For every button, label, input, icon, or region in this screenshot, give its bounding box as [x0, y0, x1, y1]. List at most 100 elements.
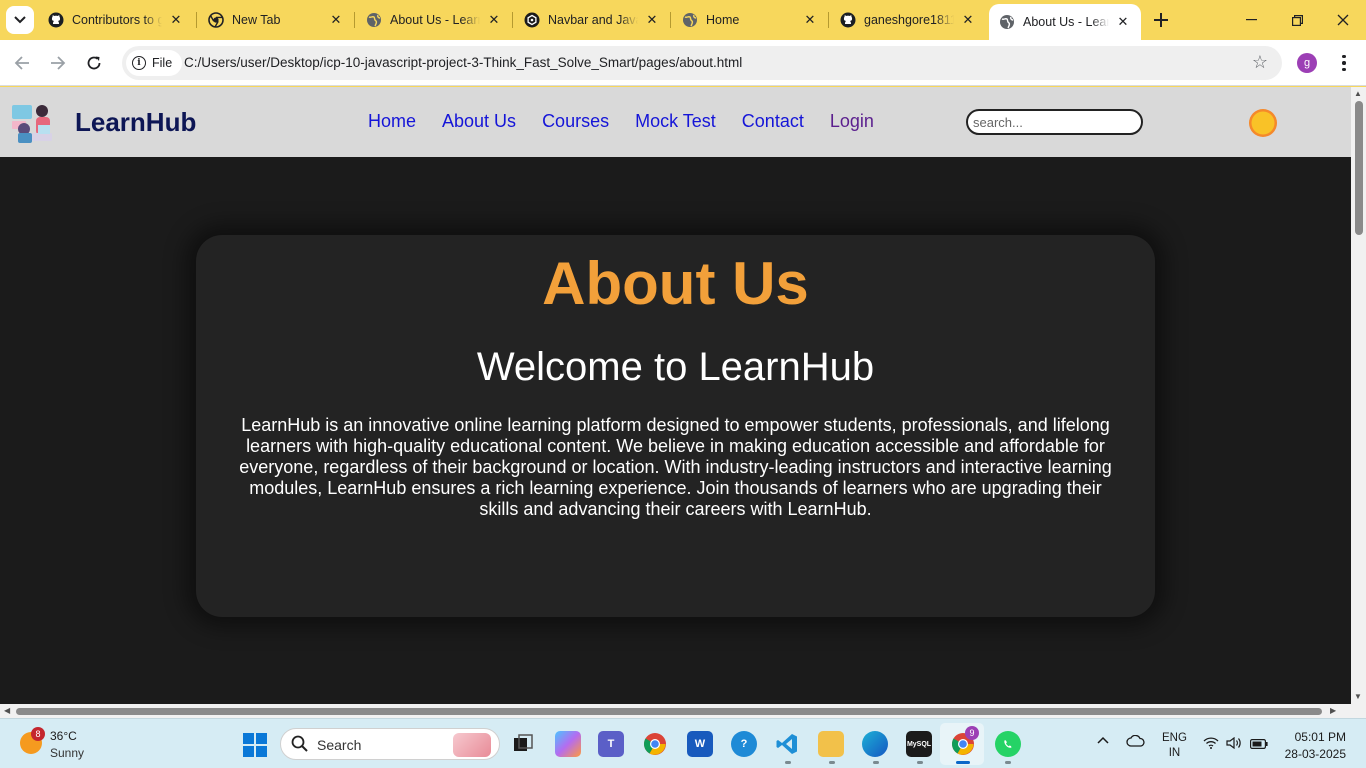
tab-search-button[interactable] — [6, 6, 34, 34]
profile-avatar[interactable]: g — [1297, 53, 1317, 73]
windows-start-icon[interactable] — [243, 733, 267, 757]
browser-menu-button[interactable] — [1334, 51, 1354, 75]
vertical-scrollbar[interactable]: ▲ ▼ — [1351, 87, 1366, 704]
tab-title: Home — [706, 13, 740, 27]
about-description: LearnHub is an innovative online learnin… — [239, 415, 1112, 519]
restore-icon — [1291, 14, 1303, 26]
horizontal-scroll-thumb[interactable] — [16, 708, 1322, 715]
browser-toolbar: i File C:/Users/user/Desktop/icp-10-java… — [0, 40, 1366, 86]
vscode-icon[interactable] — [774, 731, 800, 757]
restore-button[interactable] — [1274, 0, 1320, 40]
tab-6[interactable]: ganeshgore1811 ✕ — [830, 0, 986, 40]
clock-date: 28-03-2025 — [1284, 747, 1346, 761]
tab-4[interactable]: Navbar and Java ✕ — [514, 0, 670, 40]
learnhub-logo-icon[interactable] — [10, 99, 56, 145]
scheme-label: File — [152, 56, 173, 70]
clock-time: 05:01 PM — [1294, 730, 1346, 744]
scroll-right-arrow-icon[interactable]: ▶ — [1330, 706, 1336, 715]
tab-title: About Us - Learn — [390, 13, 480, 27]
site-info-chip[interactable]: i File — [126, 50, 183, 76]
language-indicator[interactable]: ENG IN — [1162, 731, 1187, 761]
globe-icon — [366, 12, 382, 28]
close-icon[interactable]: ✕ — [960, 12, 976, 28]
tab-separator — [828, 12, 829, 28]
vertical-scroll-thumb[interactable] — [1355, 101, 1363, 235]
close-icon[interactable]: ✕ — [168, 12, 184, 28]
scroll-down-arrow-icon[interactable]: ▼ — [1354, 692, 1362, 701]
reload-button[interactable] — [82, 51, 106, 75]
chatgpt-icon — [524, 12, 540, 28]
nav-link-home[interactable]: Home — [368, 111, 416, 132]
close-icon[interactable]: ✕ — [328, 12, 344, 28]
horizontal-scrollbar[interactable]: ◀ ▶ — [0, 704, 1366, 718]
close-icon[interactable]: ✕ — [1115, 14, 1131, 30]
whatsapp-icon[interactable] — [995, 731, 1021, 757]
github-icon — [840, 12, 856, 28]
arrow-left-icon — [14, 56, 29, 70]
site-search-input[interactable] — [966, 109, 1143, 135]
scroll-left-arrow-icon[interactable]: ◀ — [4, 706, 10, 715]
taskbar-search-box[interactable]: Search — [280, 728, 500, 760]
nav-link-courses[interactable]: Courses — [542, 111, 609, 132]
address-bar[interactable]: i File C:/Users/user/Desktop/icp-10-java… — [122, 46, 1282, 80]
bookmark-star-icon[interactable]: ☆ — [1252, 52, 1268, 73]
search-highlight-image — [453, 733, 491, 757]
info-icon: i — [132, 56, 146, 70]
nav-link-contact[interactable]: Contact — [742, 111, 804, 132]
copilot-icon[interactable] — [555, 731, 581, 757]
tab-title: Contributors to g — [72, 13, 162, 27]
tab-strip: Contributors to g ✕ New Tab ✕ About Us -… — [0, 0, 1366, 40]
tab-5[interactable]: Home ✕ — [672, 0, 828, 40]
search-icon — [291, 735, 308, 752]
close-window-button[interactable] — [1320, 0, 1366, 40]
close-icon[interactable]: ✕ — [802, 12, 818, 28]
language-code: ENG — [1162, 732, 1187, 744]
weather-condition: Sunny — [50, 746, 85, 760]
battery-icon[interactable] — [1250, 738, 1268, 752]
arrow-right-icon — [51, 56, 66, 70]
tab-title: ganeshgore1811 — [864, 13, 954, 27]
close-icon[interactable]: ✕ — [644, 12, 660, 28]
nav-link-mock-test[interactable]: Mock Test — [635, 111, 716, 132]
sun-icon[interactable] — [1248, 108, 1278, 138]
mysql-shell-icon[interactable]: MySQL — [906, 731, 932, 757]
close-icon[interactable]: ✕ — [486, 12, 502, 28]
brand-name[interactable]: LearnHub — [75, 107, 196, 138]
nav-link-login[interactable]: Login — [830, 111, 874, 132]
new-tab-button[interactable] — [1151, 8, 1171, 32]
about-card: About Us Welcome to LearnHub LearnHub is… — [196, 235, 1155, 617]
forward-button[interactable] — [46, 51, 70, 75]
edge-icon[interactable] — [862, 731, 888, 757]
chrome-app-icon[interactable] — [642, 731, 668, 757]
about-subheading: Welcome to LearnHub — [476, 345, 875, 389]
windows-taskbar: 8 36°C Sunny Search T W ? MySQL 9 ENG IN… — [0, 718, 1366, 768]
get-help-icon[interactable]: ? — [731, 731, 757, 757]
scroll-up-arrow-icon[interactable]: ▲ — [1354, 89, 1362, 98]
tab-7-active[interactable]: About Us - Learn ✕ — [989, 4, 1141, 40]
url-text[interactable]: C:/Users/user/Desktop/icp-10-javascript-… — [184, 55, 742, 70]
teams-icon[interactable]: T — [598, 731, 624, 757]
onedrive-cloud-icon[interactable] — [1126, 734, 1146, 750]
system-clock[interactable]: 05:01 PM 28-03-2025 — [1284, 729, 1346, 763]
tab-2[interactable]: New Tab ✕ — [198, 0, 354, 40]
close-icon — [1337, 14, 1349, 26]
nav-link-about-us[interactable]: About Us — [442, 111, 516, 132]
taskbar-search-label: Search — [317, 737, 362, 753]
task-view-icon[interactable] — [510, 731, 536, 757]
site-nav-links: Home About Us Courses Mock Test Contact … — [368, 111, 900, 132]
tab-separator — [354, 12, 355, 28]
minimize-button[interactable] — [1228, 0, 1274, 40]
wifi-icon[interactable] — [1203, 737, 1219, 752]
show-hidden-icons-chevron-icon[interactable] — [1097, 733, 1109, 747]
tab-title: About Us - Learn — [1023, 15, 1109, 29]
tab-1[interactable]: Contributors to g ✕ — [38, 0, 194, 40]
weather-temperature: 36°C — [50, 729, 77, 743]
volume-icon[interactable] — [1226, 736, 1242, 752]
tab-3[interactable]: About Us - Learn ✕ — [356, 0, 512, 40]
word-icon[interactable]: W — [687, 731, 713, 757]
tab-title: New Tab — [232, 13, 281, 27]
back-button[interactable] — [10, 51, 34, 75]
running-indicator — [829, 761, 835, 764]
file-explorer-icon[interactable] — [818, 731, 844, 757]
tab-separator — [670, 12, 671, 28]
